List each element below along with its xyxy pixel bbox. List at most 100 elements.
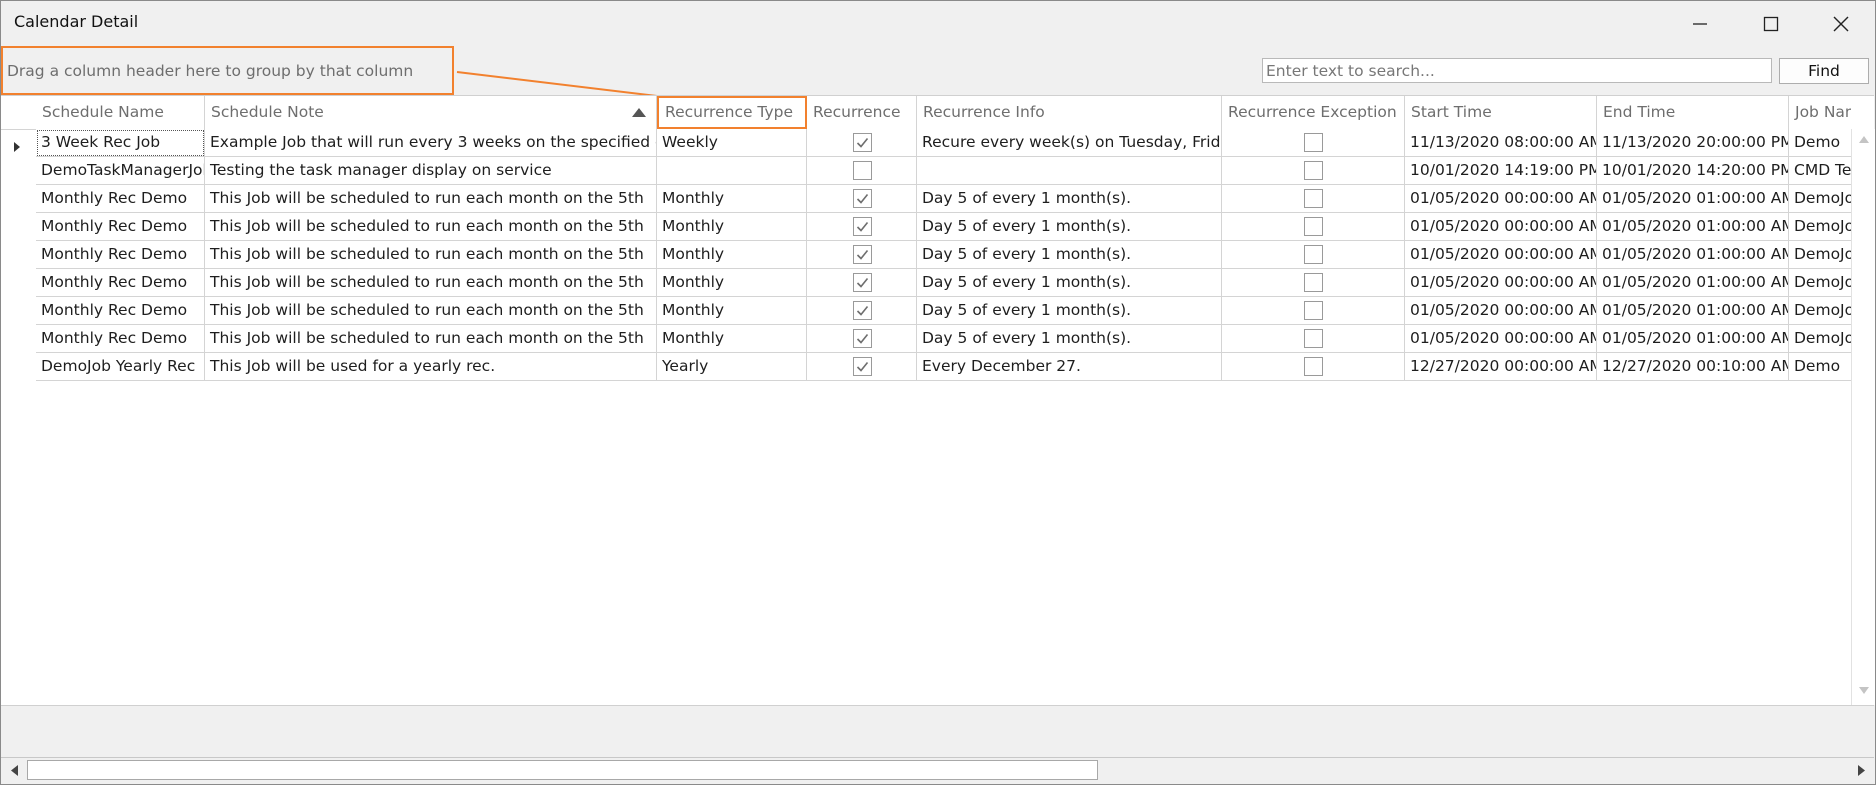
checkbox-unchecked[interactable]: [1304, 301, 1323, 320]
cell-schedule-name[interactable]: Monthly Rec Demo: [36, 297, 205, 325]
cell-recurrence-exception[interactable]: [1222, 185, 1405, 213]
cell-recurrence-info[interactable]: Recure every week(s) on Tuesday, Friday.: [917, 129, 1222, 157]
cell-recurrence-info[interactable]: Day 5 of every 1 month(s).: [917, 213, 1222, 241]
scroll-down-icon[interactable]: [1859, 687, 1869, 694]
cell-job-name[interactable]: DemoJo: [1789, 269, 1851, 297]
checkbox-checked[interactable]: [853, 301, 872, 320]
checkbox-unchecked[interactable]: [1304, 161, 1323, 180]
cell-job-name[interactable]: DemoJo: [1789, 241, 1851, 269]
search-input[interactable]: [1262, 58, 1772, 83]
cell-job-name[interactable]: DemoJo: [1789, 297, 1851, 325]
column-header-recurrence-type[interactable]: Recurrence Type: [657, 96, 807, 129]
cell-recurrence-type[interactable]: Yearly: [657, 353, 807, 381]
cell-recurrence-info[interactable]: Day 5 of every 1 month(s).: [917, 185, 1222, 213]
close-button[interactable]: [1806, 1, 1876, 46]
cell-start-time[interactable]: 12/27/2020 00:00:00 AM: [1405, 353, 1597, 381]
cell-recurrence-info[interactable]: Day 5 of every 1 month(s).: [917, 269, 1222, 297]
title-bar[interactable]: [1, 1, 1875, 46]
cell-recurrence-type[interactable]: Monthly: [657, 213, 807, 241]
horizontal-scroll-thumb[interactable]: [27, 760, 1098, 780]
cell-end-time[interactable]: 01/05/2020 01:00:00 AM: [1597, 241, 1789, 269]
cell-recurrence-info[interactable]: [917, 157, 1222, 185]
cell-recurrence-exception[interactable]: [1222, 129, 1405, 157]
column-header-recurrence[interactable]: Recurrence: [807, 96, 917, 129]
cell-schedule-note[interactable]: This Job will be scheduled to run each m…: [205, 269, 657, 297]
cell-recurrence-type[interactable]: Monthly: [657, 241, 807, 269]
cell-recurrence[interactable]: [807, 213, 917, 241]
cell-schedule-note[interactable]: This Job will be scheduled to run each m…: [205, 325, 657, 353]
column-header-job-name[interactable]: Job Name: [1789, 96, 1851, 129]
cell-recurrence-type[interactable]: Weekly: [657, 129, 807, 157]
column-header-end-time[interactable]: End Time: [1597, 96, 1789, 129]
cell-job-name[interactable]: DemoJo: [1789, 213, 1851, 241]
cell-job-name[interactable]: DemoJo: [1789, 325, 1851, 353]
cell-recurrence[interactable]: [807, 269, 917, 297]
minimize-button[interactable]: [1665, 1, 1735, 46]
cell-recurrence-type[interactable]: Monthly: [657, 325, 807, 353]
column-header-recurrence-exception[interactable]: Recurrence Exception: [1222, 96, 1405, 129]
cell-schedule-note[interactable]: This Job will be scheduled to run each m…: [205, 213, 657, 241]
cell-recurrence-exception[interactable]: [1222, 157, 1405, 185]
cell-end-time[interactable]: 01/05/2020 01:00:00 AM: [1597, 213, 1789, 241]
checkbox-checked[interactable]: [853, 217, 872, 236]
cell-schedule-name[interactable]: 3 Week Rec Job: [36, 129, 205, 157]
cell-schedule-note[interactable]: This Job will be scheduled to run each m…: [205, 241, 657, 269]
cell-end-time[interactable]: 01/05/2020 01:00:00 AM: [1597, 325, 1789, 353]
cell-schedule-name[interactable]: Monthly Rec Demo: [36, 185, 205, 213]
cell-end-time[interactable]: 01/05/2020 01:00:00 AM: [1597, 269, 1789, 297]
checkbox-checked[interactable]: [853, 189, 872, 208]
checkbox-unchecked[interactable]: [1304, 133, 1323, 152]
cell-schedule-note[interactable]: Example Job that will run every 3 weeks …: [205, 129, 657, 157]
cell-recurrence-exception[interactable]: [1222, 325, 1405, 353]
cell-recurrence-exception[interactable]: [1222, 269, 1405, 297]
cell-recurrence-info[interactable]: Day 5 of every 1 month(s).: [917, 325, 1222, 353]
cell-schedule-name[interactable]: Monthly Rec Demo: [36, 325, 205, 353]
vertical-scrollbar[interactable]: [1851, 129, 1875, 705]
scroll-left-button[interactable]: [4, 760, 24, 780]
find-button[interactable]: Find: [1779, 58, 1869, 84]
column-header-schedule-note[interactable]: Schedule Note: [205, 96, 657, 129]
cell-recurrence[interactable]: [807, 297, 917, 325]
cell-start-time[interactable]: 01/05/2020 00:00:00 AM: [1405, 269, 1597, 297]
scroll-right-button[interactable]: [1851, 760, 1871, 780]
cell-schedule-name[interactable]: DemoTaskManagerJob: [36, 157, 205, 185]
cell-start-time[interactable]: 10/01/2020 14:19:00 PM: [1405, 157, 1597, 185]
cell-start-time[interactable]: 01/05/2020 00:00:00 AM: [1405, 185, 1597, 213]
cell-recurrence-type[interactable]: Monthly: [657, 269, 807, 297]
cell-recurrence-info[interactable]: Day 5 of every 1 month(s).: [917, 297, 1222, 325]
checkbox-checked[interactable]: [853, 133, 872, 152]
cell-start-time[interactable]: 11/13/2020 08:00:00 AM: [1405, 129, 1597, 157]
cell-start-time[interactable]: 01/05/2020 00:00:00 AM: [1405, 213, 1597, 241]
cell-end-time[interactable]: 01/05/2020 01:00:00 AM: [1597, 297, 1789, 325]
cell-recurrence[interactable]: [807, 157, 917, 185]
checkbox-unchecked[interactable]: [853, 161, 872, 180]
cell-recurrence-type[interactable]: Monthly: [657, 185, 807, 213]
maximize-button[interactable]: [1736, 1, 1806, 46]
cell-schedule-name[interactable]: Monthly Rec Demo: [36, 269, 205, 297]
checkbox-unchecked[interactable]: [1304, 217, 1323, 236]
cell-end-time[interactable]: 10/01/2020 14:20:00 PM: [1597, 157, 1789, 185]
column-header-recurrence-info[interactable]: Recurrence Info: [917, 96, 1222, 129]
checkbox-unchecked[interactable]: [1304, 329, 1323, 348]
cell-start-time[interactable]: 01/05/2020 00:00:00 AM: [1405, 325, 1597, 353]
cell-end-time[interactable]: 12/27/2020 00:10:00 AM: [1597, 353, 1789, 381]
checkbox-checked[interactable]: [853, 245, 872, 264]
cell-recurrence[interactable]: [807, 241, 917, 269]
cell-schedule-name[interactable]: Monthly Rec Demo: [36, 241, 205, 269]
cell-job-name[interactable]: Demo: [1789, 353, 1851, 381]
cell-schedule-note[interactable]: This Job will be scheduled to run each m…: [205, 185, 657, 213]
scroll-up-icon[interactable]: [1859, 136, 1869, 143]
cell-schedule-name[interactable]: DemoJob Yearly Rec: [36, 353, 205, 381]
cell-schedule-note[interactable]: This Job will be used for a yearly rec.: [205, 353, 657, 381]
cell-recurrence-type[interactable]: [657, 157, 807, 185]
cell-recurrence[interactable]: [807, 353, 917, 381]
cell-job-name[interactable]: Demo: [1789, 129, 1851, 157]
checkbox-checked[interactable]: [853, 273, 872, 292]
cell-job-name[interactable]: DemoJo: [1789, 185, 1851, 213]
cell-recurrence-type[interactable]: Monthly: [657, 297, 807, 325]
checkbox-unchecked[interactable]: [1304, 357, 1323, 376]
checkbox-checked[interactable]: [853, 329, 872, 348]
cell-recurrence-info[interactable]: Every December 27.: [917, 353, 1222, 381]
cell-start-time[interactable]: 01/05/2020 00:00:00 AM: [1405, 297, 1597, 325]
cell-end-time[interactable]: 11/13/2020 20:00:00 PM: [1597, 129, 1789, 157]
